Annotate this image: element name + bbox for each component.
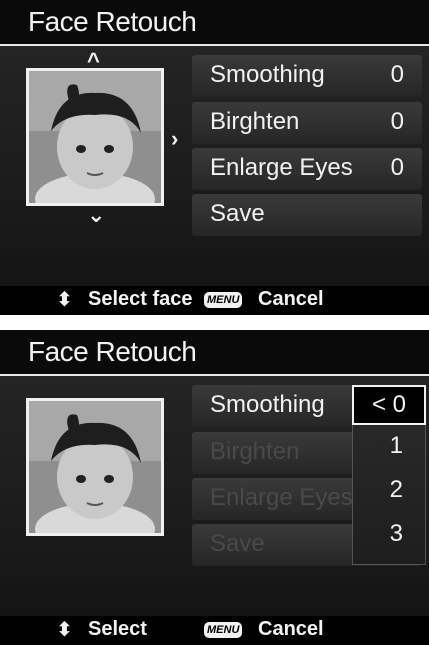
menu-item-label: Birghten <box>210 438 300 465</box>
up-down-arrows-icon: ⬍ <box>56 619 73 641</box>
smoothing-level-dropdown[interactable]: < 0 1 2 3 <box>352 385 426 565</box>
page-title: Face Retouch <box>28 336 197 367</box>
menu-item-label: Smoothing <box>210 61 325 88</box>
face-retouch-screen-1: Face Retouch ^ › ⌄ Smoothing 0 Birghten … <box>0 0 429 315</box>
menu-item-label: Birghten <box>210 108 300 135</box>
menu-item-brighten[interactable]: Birghten 0 <box>192 102 422 144</box>
cancel-hint[interactable]: Cancel <box>258 288 324 311</box>
face-retouch-screen-2: Face Retouch Smoothing Birghten Enlarge <box>0 330 429 645</box>
title-bar: Face Retouch <box>0 0 429 46</box>
face-right-arrow-icon[interactable]: › <box>171 128 178 150</box>
face-thumbnail[interactable] <box>26 68 164 206</box>
up-down-arrows-icon: ⬍ <box>56 289 73 311</box>
child-face-image <box>29 71 161 203</box>
menu-item-label: Enlarge Eyes <box>210 154 353 181</box>
content-area: Smoothing Birghten Enlarge Eyes Save < 0… <box>0 376 429 616</box>
menu-item-label: Save <box>210 200 265 227</box>
menu-item-label: Enlarge Eyes <box>210 484 353 511</box>
menu-key-icon: MENU <box>204 292 243 308</box>
select-hint: Select face <box>88 288 193 310</box>
face-down-arrow-icon[interactable]: ⌄ <box>87 204 105 226</box>
child-face-image <box>29 401 161 533</box>
option-3[interactable]: 3 <box>390 520 403 548</box>
option-0-selected[interactable]: < 0 <box>352 385 426 425</box>
option-2[interactable]: 2 <box>390 476 403 504</box>
cancel-hint[interactable]: Cancel <box>258 618 324 641</box>
face-thumbnail <box>26 398 164 536</box>
menu-item-save[interactable]: Save <box>192 194 422 236</box>
menu-item-value: 0 <box>390 108 404 135</box>
select-hint: Select <box>88 618 147 640</box>
menu-key-icon: MENU <box>204 622 243 638</box>
option-1[interactable]: 1 <box>390 432 403 460</box>
menu-item-value: 0 <box>390 154 404 181</box>
footer-bar: ⬍ Select MENU Cancel <box>0 616 429 645</box>
menu-item-value: 0 <box>390 61 404 88</box>
content-area: ^ › ⌄ Smoothing 0 Birghten 0 Enlarge Eye… <box>0 46 429 286</box>
menu-item-label: Smoothing <box>210 391 325 418</box>
menu-item-smoothing[interactable]: Smoothing 0 <box>192 55 422 97</box>
menu-item-enlarge-eyes[interactable]: Enlarge Eyes 0 <box>192 148 422 190</box>
page-title: Face Retouch <box>28 6 197 37</box>
footer-bar: ⬍ Select face MENU Cancel <box>0 286 429 315</box>
title-bar: Face Retouch <box>0 330 429 376</box>
menu-item-label: Save <box>210 530 265 557</box>
